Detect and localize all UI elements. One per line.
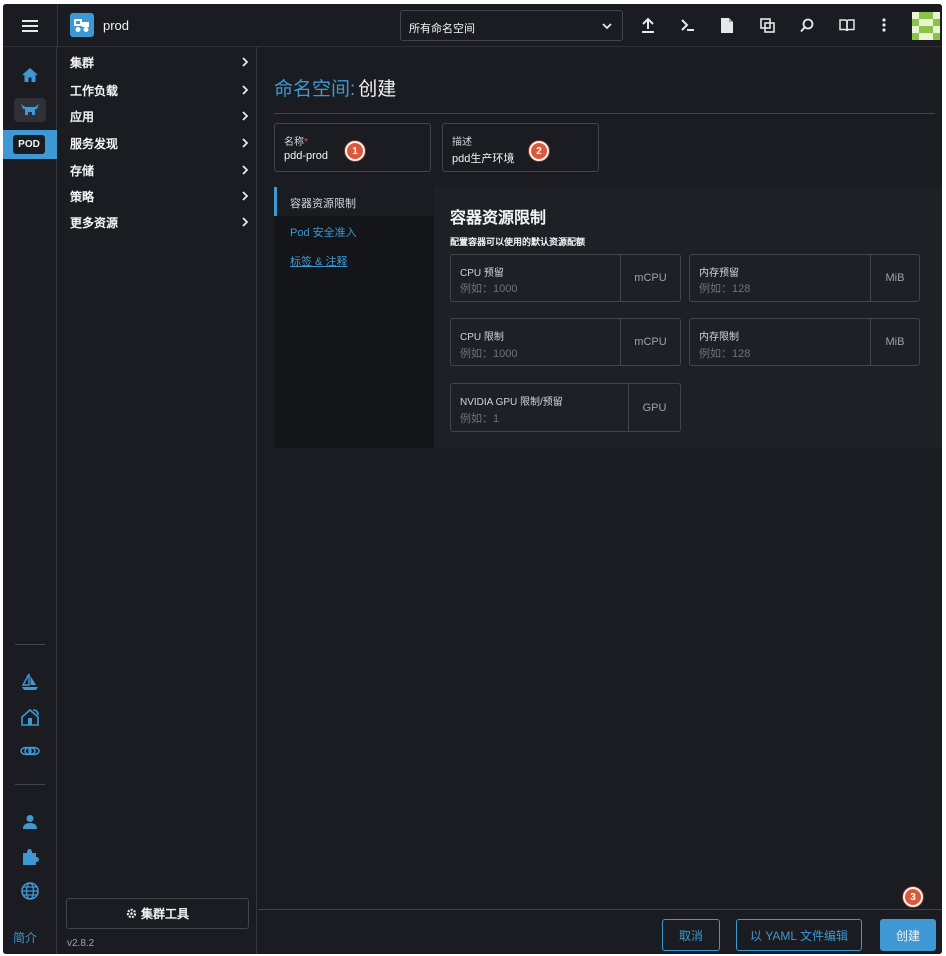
- apps-sailboat-icon[interactable]: [18, 670, 42, 694]
- virtualization-icon[interactable]: [18, 739, 42, 763]
- tab-labels-annotations[interactable]: 标签 & 注释: [290, 253, 347, 269]
- edit-as-yaml-button[interactable]: 以 YAML 文件编辑: [736, 919, 862, 951]
- namespace-select[interactable]: 所有命名空间: [400, 10, 623, 41]
- app-rail: POD 简介: [3, 47, 57, 954]
- memory-reservation-unit: MiB: [870, 255, 919, 301]
- gpu-field[interactable]: NVIDIA GPU 限制/预留 例如：1 GPU: [450, 383, 681, 432]
- cluster-cow-icon[interactable]: [14, 98, 46, 122]
- nav-item-service-discovery[interactable]: 服务发现: [70, 132, 250, 154]
- chevron-right-icon: [240, 191, 250, 201]
- limits-heading: 容器资源限制: [450, 210, 547, 227]
- step-badge-1: 1: [345, 141, 365, 161]
- memory-limit-field[interactable]: 内存限制 例如：128 MiB: [689, 318, 920, 366]
- cpu-limit-field[interactable]: CPU 限制 例如：1000 mCPU: [450, 318, 681, 366]
- name-field-label: 名称*: [284, 137, 308, 148]
- nav-item-more-resources[interactable]: 更多资源: [70, 211, 250, 233]
- limits-panel: 容器资源限制 配置容器可以使用的默认资源配额 CPU 预留 例如：1000 mC…: [434, 187, 942, 448]
- description-field[interactable]: 描述 pdd生产环境 2: [442, 123, 599, 172]
- side-nav: 集群 工作负载 应用 服务发现 存储 策略 更多资源 集群工具 v2.8.2: [58, 47, 257, 954]
- kubectl-shell-icon[interactable]: [678, 15, 698, 35]
- chevron-right-icon: [240, 57, 250, 67]
- download-kubeconfig-icon[interactable]: [717, 15, 737, 35]
- limits-subheading: 配置容器可以使用的默认资源配额: [450, 237, 586, 247]
- description-field-value: pdd生产环境: [452, 153, 515, 165]
- home-icon[interactable]: [18, 63, 42, 87]
- nav-item-workloads[interactable]: 工作负载: [70, 79, 250, 101]
- top-bar: prod 所有命名空间: [3, 4, 942, 47]
- users-icon[interactable]: [18, 810, 42, 834]
- name-field-value: pdd-prod: [284, 150, 329, 162]
- extensions-puzzle-icon[interactable]: [18, 845, 42, 869]
- more-vertical-icon[interactable]: [874, 15, 894, 35]
- main-content: 命名空间: 创建 名称* pdd-prod 1 描述 pdd生产环境 2 容器资源…: [258, 47, 942, 954]
- nav-item-apps[interactable]: 应用: [70, 105, 250, 127]
- create-button[interactable]: 创建: [880, 919, 936, 951]
- copy-kubeconfig-icon[interactable]: [757, 15, 777, 35]
- cpu-reservation-field[interactable]: CPU 预留 例如：1000 mCPU: [450, 254, 681, 302]
- page-title-prefix[interactable]: 命名空间:: [274, 79, 355, 100]
- user-avatar[interactable]: [912, 12, 940, 40]
- cluster-name: prod: [103, 18, 130, 33]
- app-window: prod 所有命名空间 POD 简介 集群 工作负载 应用 服务发现 存储 策略…: [3, 4, 942, 954]
- gear-icon: [126, 908, 137, 919]
- chevron-right-icon: [240, 138, 250, 148]
- cluster-tools-button[interactable]: 集群工具: [66, 898, 249, 929]
- hamburger-menu-icon[interactable]: [15, 15, 45, 37]
- version-text: v2.8.2: [67, 938, 95, 949]
- import-yaml-icon[interactable]: [638, 15, 658, 35]
- name-field[interactable]: 名称* pdd-prod 1: [274, 123, 431, 172]
- namespace-select-value: 所有命名空间: [409, 23, 475, 35]
- page-title: 命名空间: 创建: [274, 74, 396, 101]
- fleet-house-icon[interactable]: [18, 705, 42, 729]
- page-title-action: 创建: [358, 79, 397, 100]
- step-badge-3: 3: [903, 887, 923, 907]
- nav-item-policy[interactable]: 策略: [70, 185, 250, 207]
- memory-limit-unit: MiB: [870, 319, 919, 365]
- chevron-right-icon: [240, 111, 250, 121]
- gpu-unit: GPU: [628, 384, 680, 431]
- tab-container-limits[interactable]: 容器资源限制: [274, 187, 434, 216]
- search-icon[interactable]: [797, 15, 817, 35]
- chevron-right-icon: [240, 165, 250, 175]
- cluster-logo-icon: [70, 13, 94, 37]
- global-settings-globe-icon[interactable]: [18, 879, 42, 903]
- nav-item-cluster[interactable]: 集群: [70, 51, 250, 73]
- cluster-tools-label: 集群工具: [140, 907, 189, 921]
- nav-item-storage[interactable]: 存储: [70, 159, 250, 181]
- tab-pod-security[interactable]: Pod 安全准入: [290, 224, 357, 240]
- memory-reservation-field[interactable]: 内存预留 例如：128 MiB: [689, 254, 920, 302]
- cpu-limit-unit: mCPU: [620, 319, 680, 365]
- about-link[interactable]: 简介: [13, 929, 37, 946]
- chevron-down-icon: [602, 21, 612, 31]
- description-field-label: 描述: [452, 137, 472, 148]
- step-badge-2: 2: [529, 141, 549, 161]
- pod-nav-active[interactable]: POD: [3, 130, 57, 159]
- book-icon[interactable]: [837, 15, 857, 35]
- pod-label: POD: [13, 135, 45, 154]
- cancel-button[interactable]: 取消: [662, 919, 720, 951]
- chevron-right-icon: [240, 217, 250, 227]
- cpu-reservation-unit: mCPU: [620, 255, 680, 301]
- chevron-right-icon: [240, 85, 250, 95]
